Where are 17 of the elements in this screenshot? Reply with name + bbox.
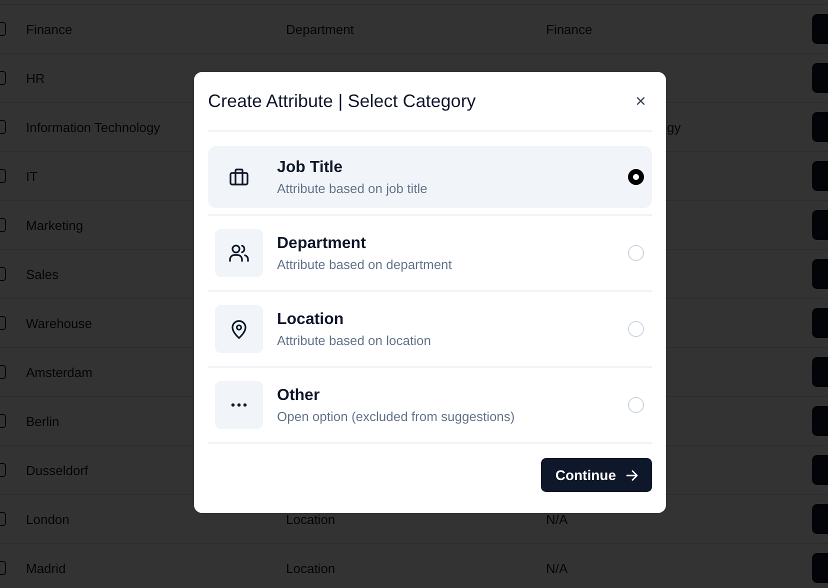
option-description: Attribute based on department (277, 256, 453, 272)
location-pin-icon (231, 320, 247, 338)
close-button[interactable]: × (629, 88, 652, 114)
option-label: Location (277, 310, 345, 328)
people-icon (229, 244, 249, 262)
option-description: Attribute based on location (277, 332, 432, 348)
option-description: Open option (excluded from suggestions) (277, 408, 516, 424)
continue-button[interactable]: Continue (541, 458, 652, 492)
more-icon (231, 403, 247, 407)
arrow-right-icon (626, 470, 638, 480)
dialog-title: Create Attribute | Select Category (208, 90, 476, 112)
radio-button[interactable] (628, 169, 644, 185)
option-label: Department (277, 234, 367, 252)
briefcase-icon (229, 168, 249, 186)
option-label: Other (277, 386, 321, 404)
option-label: Job Title (277, 158, 344, 176)
option-description: Attribute based on job title (277, 180, 428, 196)
